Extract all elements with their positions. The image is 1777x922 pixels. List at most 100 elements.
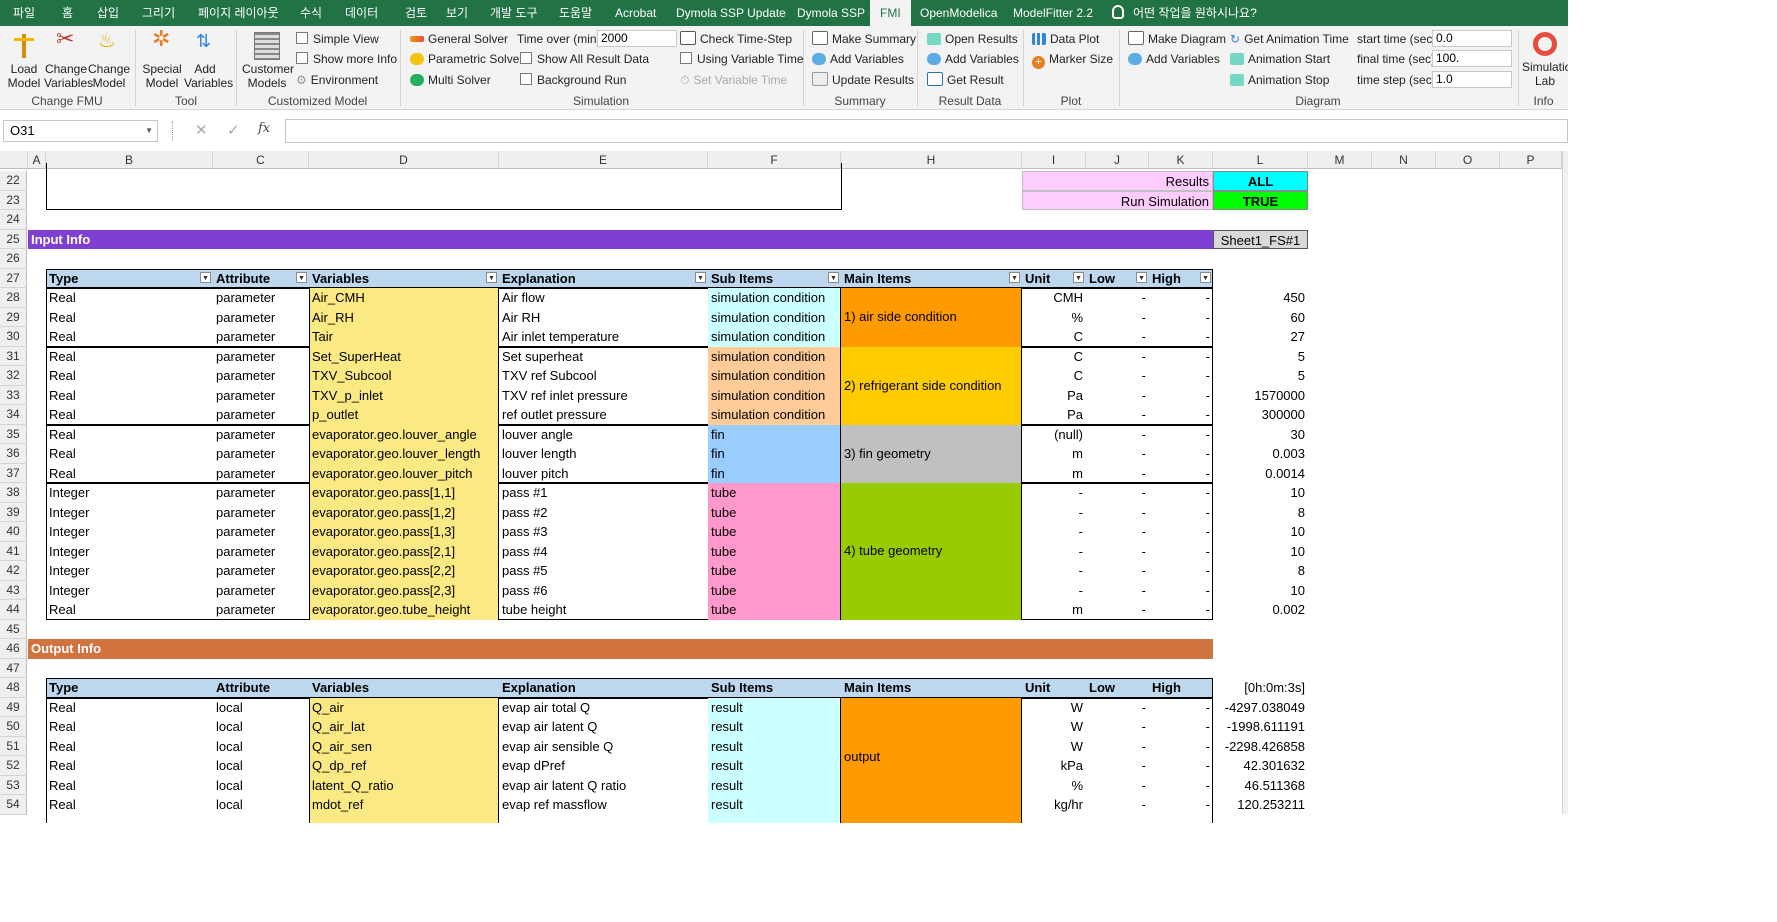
tab-2[interactable]: 삽입 [97,0,119,26]
row-header-34[interactable]: 34 [0,405,27,425]
row-header-49[interactable]: 49 [0,697,27,717]
column-header-L[interactable]: L [1213,151,1308,169]
row-header-40[interactable]: 40 [0,522,27,542]
cell-value[interactable]: 30 [1213,425,1308,445]
tab-7[interactable]: 검토 [405,0,427,26]
filter-dropdown-icon[interactable]: ▼ [828,271,839,283]
environment-button[interactable]: ⚙ Environment [296,71,378,89]
filter-dropdown-icon[interactable]: ▼ [695,271,706,283]
cell-value[interactable]: 60 [1213,308,1308,328]
row-header-50[interactable]: 50 [0,717,27,737]
cell-value[interactable]: 27 [1213,327,1308,347]
cell-variable[interactable]: evaporator.geo.pass[1,2] [309,503,499,523]
make-diagram-button[interactable]: Make Diagram [1128,30,1226,48]
cell-variable[interactable]: Air_RH [309,308,499,328]
cell-value[interactable]: -4297.038049 [1213,698,1308,718]
get-animation-time-button[interactable]: ↻ Get Animation Time [1230,30,1349,48]
cell-value[interactable]: 1570000 [1213,386,1308,406]
column-header-K[interactable]: K [1149,151,1213,169]
cell-value[interactable]: 10 [1213,581,1308,601]
column-header-I[interactable]: I [1022,151,1086,169]
tab-8[interactable]: 보기 [446,0,468,26]
row-header-52[interactable]: 52 [0,756,27,776]
tab-0[interactable]: 파일 [13,0,35,26]
cell-value[interactable]: 10 [1213,483,1308,503]
simulation-lab-button[interactable]: Simulation Lab [1522,32,1568,88]
row-header-42[interactable]: 42 [0,561,27,581]
tell-me-search[interactable]: 어떤 작업을 원하시나요? [1133,0,1257,26]
tab-11[interactable]: Acrobat [615,0,656,26]
insert-function-icon[interactable]: fx [258,121,270,136]
cell-variable[interactable]: Q_air_lat [309,717,499,737]
tab-12[interactable]: Dymola SSP Update [676,0,786,26]
using-variable-time-checkbox[interactable]: Using Variable Time [680,50,804,68]
cell-value[interactable]: 10 [1213,522,1308,542]
row-header-29[interactable]: 29 [0,307,27,327]
tab-6[interactable]: 데이터 [345,0,378,26]
formula-input[interactable] [285,119,1568,143]
cell-variable[interactable]: p_outlet [309,405,499,425]
name-box[interactable]: O31 ▼ [3,120,158,142]
filter-dropdown-icon[interactable]: ▼ [1073,271,1084,283]
row-header-36[interactable]: 36 [0,444,27,464]
summary-add-variables-button[interactable]: Add Variables [812,50,904,68]
row-header-37[interactable]: 37 [0,463,27,483]
cell-value[interactable]: 5 [1213,347,1308,367]
tab-3[interactable]: 그리기 [142,0,175,26]
row-header-30[interactable]: 30 [0,327,27,347]
filter-dropdown-icon[interactable]: ▼ [1200,271,1211,283]
data-plot-button[interactable]: Data Plot [1032,30,1099,48]
tool-add-variables-button[interactable]: ⇅ Add Variables [184,32,233,90]
cell-value[interactable]: 300000 [1213,405,1308,425]
tab-1[interactable]: 홈 [62,0,73,26]
cell-variable[interactable]: TXV_Subcool [309,366,499,386]
column-header-N[interactable]: N [1372,151,1436,169]
cell-variable[interactable]: latent_Q_ratio [309,776,499,796]
filter-dropdown-icon[interactable]: ▼ [296,271,307,283]
cell-variable[interactable]: evaporator.geo.pass[2,3] [309,581,499,601]
background-run-checkbox[interactable]: Background Run [520,71,626,89]
filter-dropdown-icon[interactable]: ▼ [1009,271,1020,283]
tab-9[interactable]: 개발 도구 [490,0,538,26]
tab-16[interactable]: ModelFitter 2.2 [1013,0,1093,26]
row-header-23[interactable]: 23 [0,190,27,210]
row-header-43[interactable]: 43 [0,580,27,600]
cell-variable[interactable]: Set_SuperHeat [309,347,499,367]
column-header-A[interactable]: A [28,151,46,169]
select-all-corner[interactable] [0,151,28,169]
cell-value[interactable]: 8 [1213,561,1308,581]
row-header-51[interactable]: 51 [0,736,27,756]
cell-variable[interactable]: evaporator.geo.pass[2,1] [309,542,499,562]
load-model-button[interactable]: Load Model [4,32,44,90]
update-results-button[interactable]: Update Results [812,71,914,89]
row-header-39[interactable]: 39 [0,502,27,522]
cell-value[interactable]: 8 [1213,503,1308,523]
column-header-H[interactable]: H [841,151,1022,169]
change-model-button[interactable]: ♨ Change Model [88,31,130,90]
make-summary-button[interactable]: Make Summary [812,30,916,48]
column-header-M[interactable]: M [1308,151,1372,169]
cell-value[interactable]: 46.511368 [1213,776,1308,796]
tab-4[interactable]: 페이지 레이아웃 [198,0,279,26]
diagram-add-variables-button[interactable]: Add Variables [1128,50,1220,68]
cell-variable[interactable]: Q_air [309,698,499,718]
tab-5[interactable]: 수식 [300,0,322,26]
row-header-41[interactable]: 41 [0,541,27,561]
open-results-button[interactable]: Open Results [927,30,1018,48]
cell-variable[interactable]: mdot_ref [309,795,499,815]
cell-variable[interactable]: evaporator.geo.louver_length [309,444,499,464]
special-model-button[interactable]: ✲ Special Model [142,28,182,91]
marker-size-button[interactable]: + Marker Size [1032,50,1113,69]
cancel-icon[interactable]: ✕ [195,121,208,139]
row-header-46[interactable]: 46 [0,639,27,659]
start-time-input[interactable]: 0.0 [1432,30,1512,47]
row-header-47[interactable]: 47 [0,658,27,678]
final-time-input[interactable]: 100. [1432,50,1512,67]
general-solver-button[interactable]: General Solver [410,30,508,48]
get-result-button[interactable]: Get Result [927,71,1004,89]
row-header-53[interactable]: 53 [0,775,27,795]
cell-value[interactable]: -1998.611191 [1213,717,1308,737]
parametric-solver-button[interactable]: Parametric Solver [410,50,523,68]
cell-value[interactable]: -2298.426858 [1213,737,1308,757]
show-all-result-checkbox[interactable]: Show All Result Data [520,50,649,68]
